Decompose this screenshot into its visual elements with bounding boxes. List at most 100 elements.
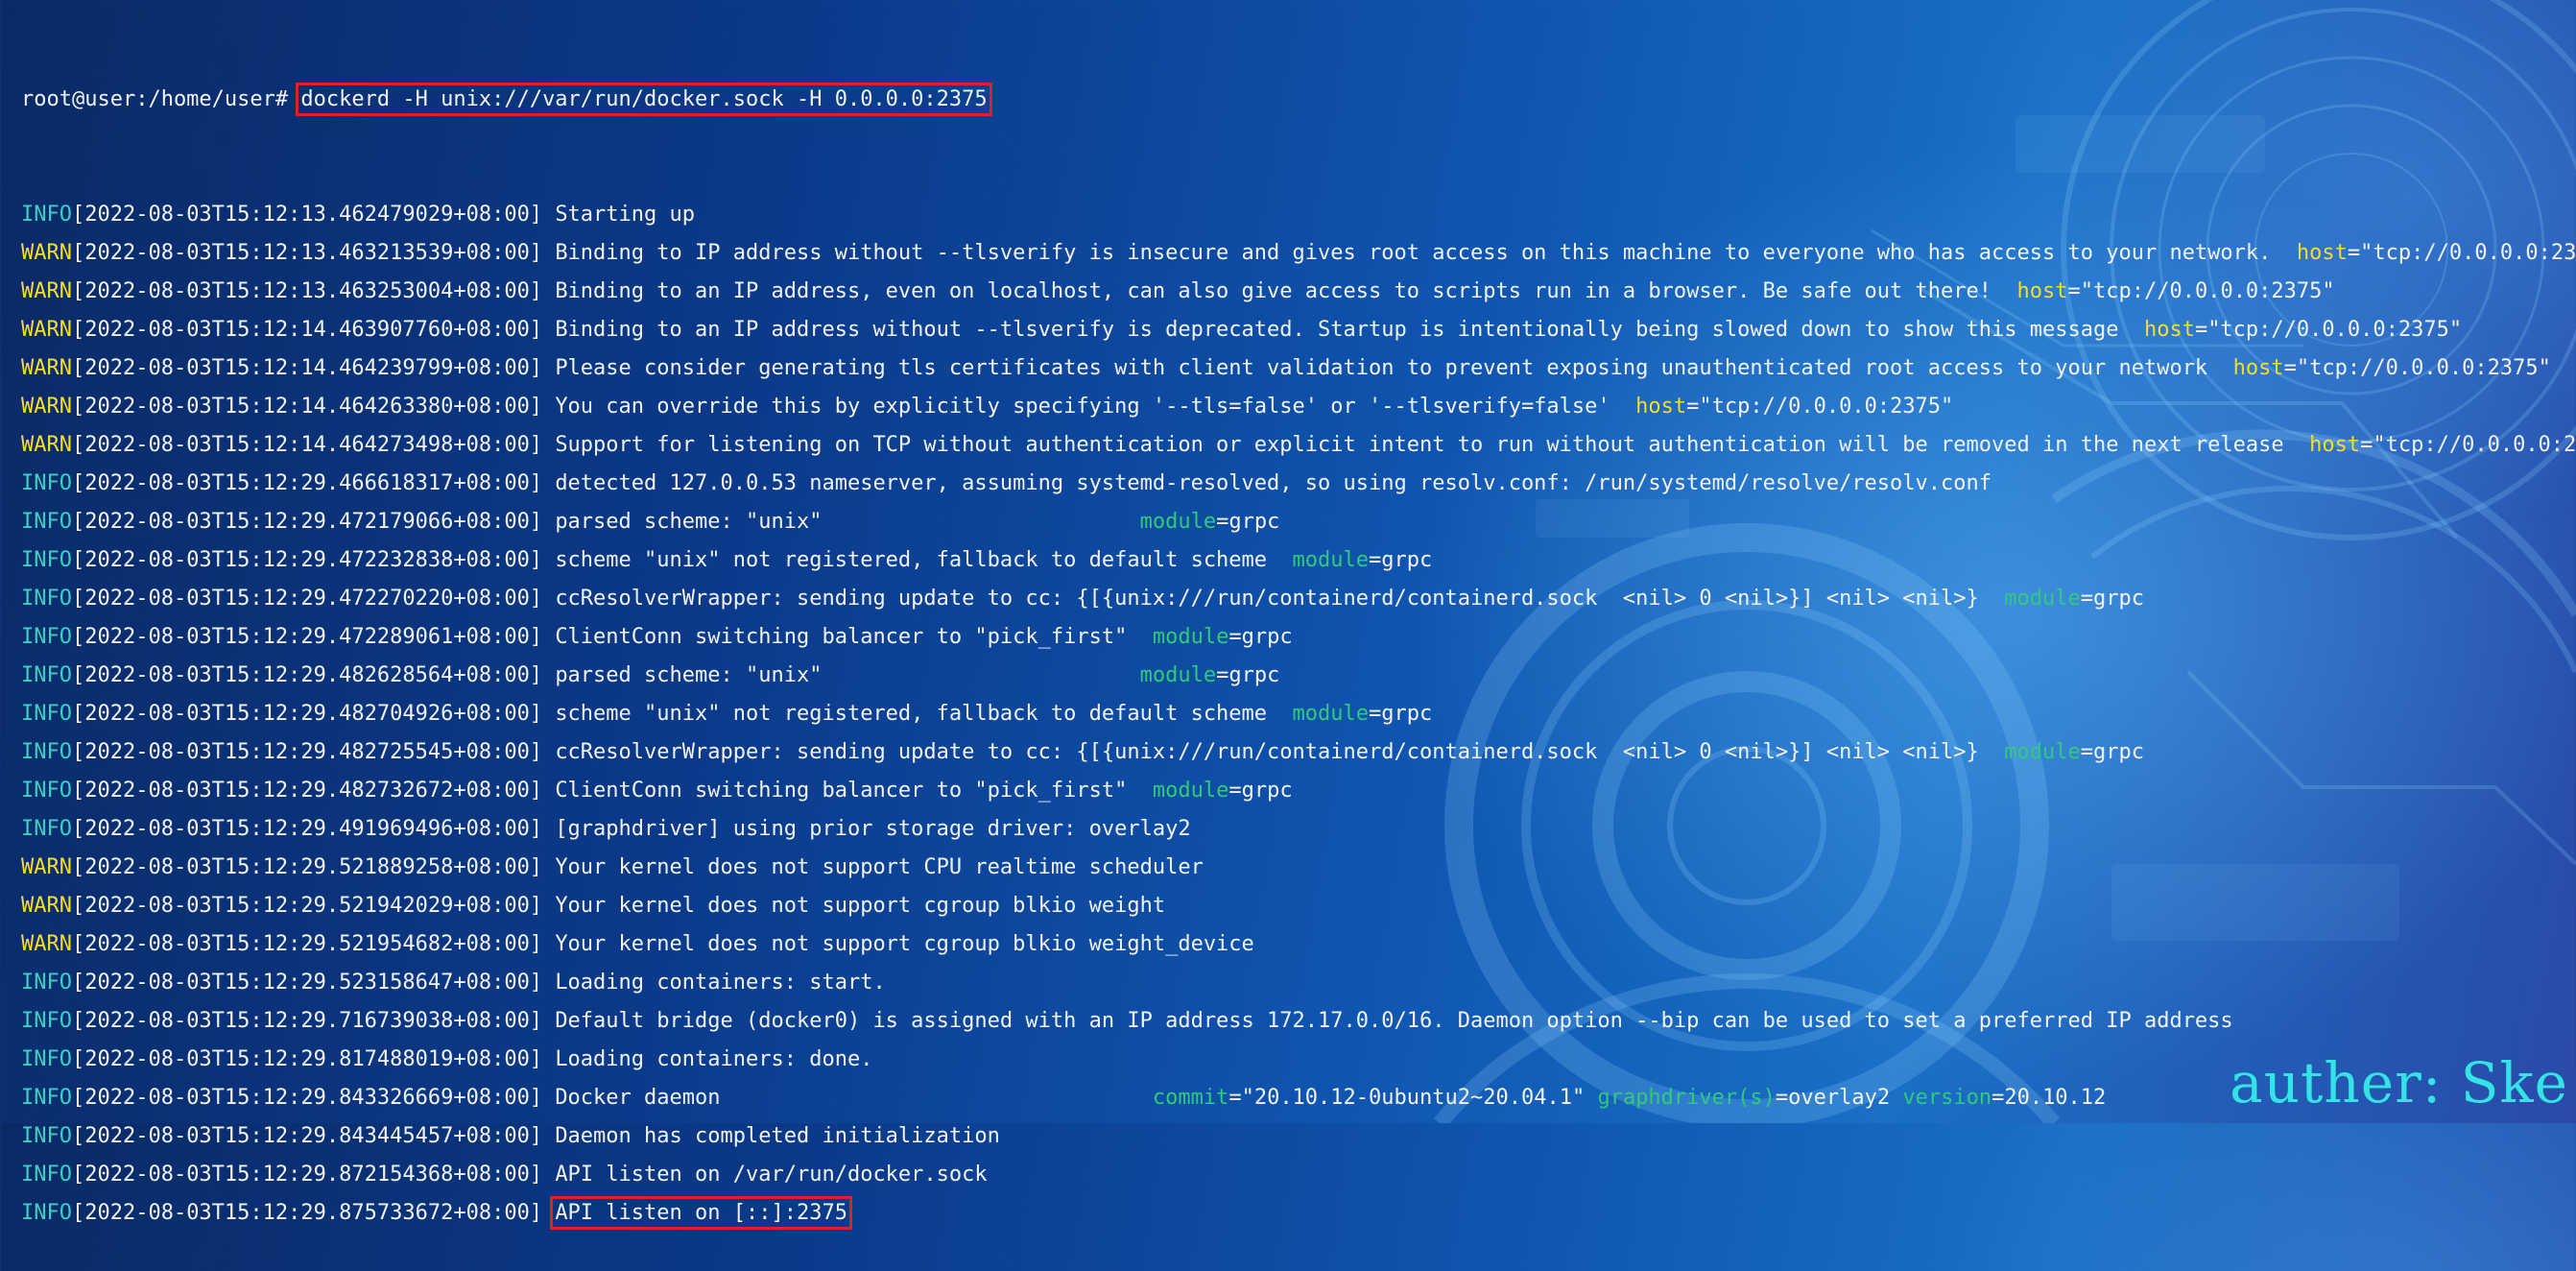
log-level: WARN [21,433,72,457]
log-level: WARN [21,855,72,879]
log-message: API listen on /var/run/docker.sock [555,1163,988,1187]
log-level: INFO [21,203,72,227]
log-field-key: host [2016,279,2068,303]
log-level: INFO [21,663,72,687]
log-message: Binding to an IP address, even on localh… [555,279,2017,303]
log-level: INFO [21,1047,72,1071]
log-line: INFO[2022-08-03T15:12:29.482732672+08:00… [21,779,1293,803]
log-line: INFO[2022-08-03T15:12:13.462479029+08:00… [21,196,2576,234]
log-field-value: "tcp://0.0.0.0:2375" [1699,395,1954,419]
log-message: Daemon has completed initialization [555,1124,1000,1148]
log-field-value: "tcp://0.0.0.0:2375" [2360,241,2576,265]
log-timestamp: [2022-08-03T15:12:13.462479029+08:00] [71,203,543,227]
log-message: Docker daemon [555,1086,1153,1110]
log-line: INFO[2022-08-03T15:12:29.482628564+08:00… [21,663,1280,687]
log-timestamp: [2022-08-03T15:12:29.843326669+08:00] [71,1086,543,1110]
log-timestamp: [2022-08-03T15:12:29.482725545+08:00] [71,740,543,764]
log-line: INFO[2022-08-03T15:12:29.472270220+08:00… [21,587,2144,611]
log-line: WARN[2022-08-03T15:12:14.464263380+08:00… [21,395,1954,419]
terminal-output[interactable]: root@user:/home/user# dockerd -H unix://… [21,4,2576,1271]
log-field-key: graphdriver(s) [1597,1086,1776,1110]
log-level: INFO [21,1009,72,1033]
command-line: root@user:/home/user# dockerd -H unix://… [21,81,2576,119]
log-level: INFO [21,587,72,611]
log-field-value: grpc [1241,779,1293,803]
log-timestamp: [2022-08-03T15:12:29.491969496+08:00] [71,817,543,841]
log-level: INFO [21,740,72,764]
log-timestamp: [2022-08-03T15:12:14.464273498+08:00] [71,433,543,457]
log-timestamp: [2022-08-03T15:12:29.521954682+08:00] [71,932,543,956]
log-field-key: module [1139,663,1217,687]
log-field-value: "tcp://0.0.0.0:2375" [2080,279,2335,303]
log-field-key: host [2143,318,2195,342]
log-field-value: grpc [1241,625,1293,649]
log-timestamp: [2022-08-03T15:12:29.875733672+08:00] [71,1201,543,1225]
log-line: INFO[2022-08-03T15:12:29.843445457+08:00… [21,1117,2576,1156]
log-message: API listen on [::]:2375 [550,1196,852,1230]
log-line: WARN[2022-08-03T15:12:13.463213539+08:00… [21,234,2576,273]
log-line: WARN[2022-08-03T15:12:14.464239799+08:00… [21,356,2551,380]
log-field-key: host [2309,433,2361,457]
log-timestamp: [2022-08-03T15:12:29.472270220+08:00] [71,587,543,611]
log-line: WARN[2022-08-03T15:12:14.464273498+08:00… [21,426,2576,465]
log-message: Loading containers: done. [555,1047,873,1071]
log-field-key: commit [1152,1086,1229,1110]
log-level: INFO [21,702,72,726]
log-line: INFO[2022-08-03T15:12:29.482704926+08:00… [21,702,1433,726]
log-message: Loading containers: start. [555,971,886,995]
log-message: Your kernel does not support cgroup blki… [555,894,1166,918]
log-timestamp: [2022-08-03T15:12:29.523158647+08:00] [71,971,543,995]
log-level: WARN [21,241,72,265]
log-line: INFO[2022-08-03T15:12:29.472289061+08:00… [21,625,1293,649]
log-field-key: module [2004,587,2081,611]
log-message: Binding to IP address without --tlsverif… [555,241,2297,265]
log-timestamp: [2022-08-03T15:12:29.521942029+08:00] [71,894,543,918]
log-line: WARN[2022-08-03T15:12:29.521889258+08:00… [21,849,2576,887]
log-field-value: grpc [1381,548,1433,572]
log-level: INFO [21,625,72,649]
log-line: WARN[2022-08-03T15:12:29.521954682+08:00… [21,925,2576,964]
log-field-value: 20.10.12 [2004,1086,2107,1110]
log-message: Default bridge (docker0) is assigned wit… [555,1009,2233,1033]
log-message: Starting up [555,203,696,227]
log-field-value: grpc [1381,702,1433,726]
log-field-value: "20.10.12-0ubuntu2~20.04.1" [1241,1086,1586,1110]
log-message: parsed scheme: "unix" [555,510,1140,534]
log-message: scheme "unix" not registered, fallback t… [555,548,1293,572]
log-lines: INFO[2022-08-03T15:12:13.462479029+08:00… [21,196,2576,1233]
log-level: WARN [21,318,72,342]
log-level: INFO [21,1124,72,1148]
log-timestamp: [2022-08-03T15:12:29.843445457+08:00] [71,1124,543,1148]
log-message: You can override this by explicitly spec… [555,395,1636,419]
log-field-value: "tcp://0.0.0.0:2375" [2373,433,2576,457]
author-watermark: auther: Ske [2230,1050,2568,1115]
log-level: WARN [21,932,72,956]
log-field-key: module [1292,702,1370,726]
log-field-key: module [1152,779,1229,803]
log-field-key: host [2232,356,2284,380]
log-message: Support for listening on TCP without aut… [555,433,2310,457]
log-line: INFO[2022-08-03T15:12:29.716739038+08:00… [21,1002,2576,1041]
log-timestamp: [2022-08-03T15:12:29.521889258+08:00] [71,855,543,879]
log-field-value: grpc [1228,663,1280,687]
log-message: Your kernel does not support CPU realtim… [555,855,1204,879]
log-field-key: module [1139,510,1217,534]
log-timestamp: [2022-08-03T15:12:14.463907760+08:00] [71,318,543,342]
log-timestamp: [2022-08-03T15:12:13.463253004+08:00] [71,279,543,303]
log-field-value: grpc [1228,510,1280,534]
log-line: INFO[2022-08-03T15:12:29.872154368+08:00… [21,1156,2576,1194]
log-timestamp: [2022-08-03T15:12:29.466618317+08:00] [71,471,543,495]
log-line: INFO[2022-08-03T15:12:29.875733672+08:00… [21,1194,2576,1233]
log-field-key: version [1902,1086,1992,1110]
log-level: INFO [21,779,72,803]
log-field-value: "tcp://0.0.0.0:2375" [2296,356,2551,380]
log-message: [graphdriver] using prior storage driver… [555,817,1191,841]
log-field-value: grpc [2093,740,2144,764]
log-timestamp: [2022-08-03T15:12:29.716739038+08:00] [71,1009,543,1033]
log-message: ccResolverWrapper: sending update to cc:… [555,740,2005,764]
log-field-key: module [1152,625,1229,649]
log-message: detected 127.0.0.53 nameserver, assuming… [555,471,1992,495]
log-line: INFO[2022-08-03T15:12:29.482725545+08:00… [21,740,2144,764]
log-level: INFO [21,471,72,495]
log-line: INFO[2022-08-03T15:12:29.843326669+08:00… [21,1086,2107,1110]
